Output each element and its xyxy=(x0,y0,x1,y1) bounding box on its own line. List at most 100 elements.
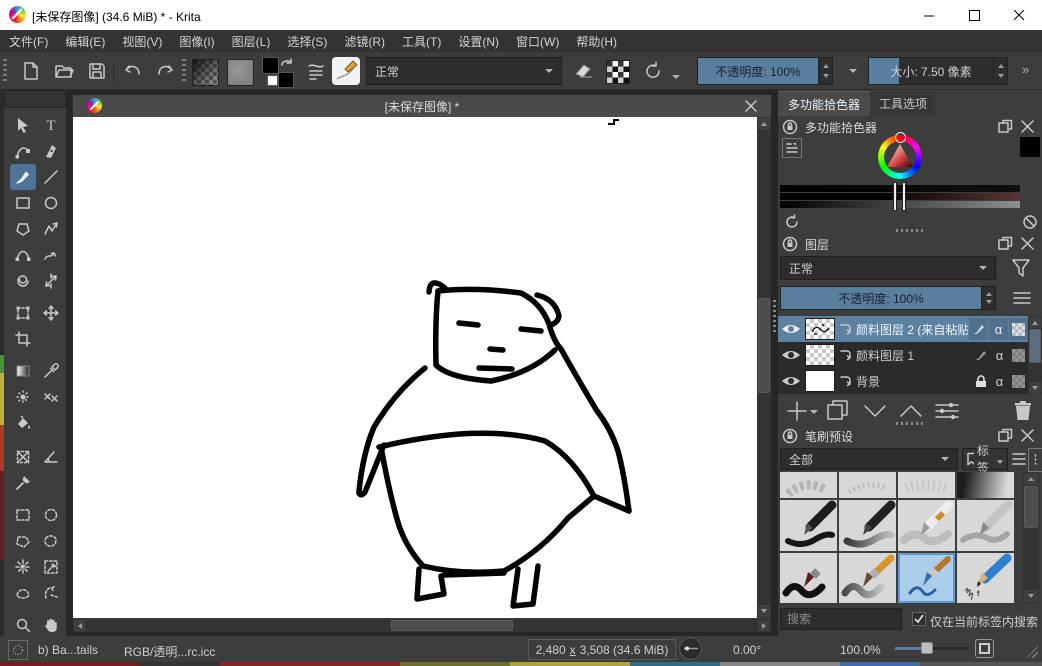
tool-freehand-path[interactable] xyxy=(38,242,64,268)
canvas[interactable] xyxy=(73,117,757,618)
tool-measure[interactable] xyxy=(38,444,64,470)
layer-thumbnail[interactable] xyxy=(805,344,835,366)
lock-icon[interactable] xyxy=(782,119,798,135)
bar-cursor[interactable] xyxy=(903,183,905,210)
filter-funnel-icon[interactable] xyxy=(1010,256,1032,280)
layer-alpha-channel-icon[interactable] xyxy=(1009,370,1028,392)
docker-resize-handle[interactable] xyxy=(896,422,924,425)
reload-options-chevron-icon[interactable] xyxy=(672,75,680,79)
lock-icon[interactable] xyxy=(782,428,798,444)
tool-similar-color-select[interactable] xyxy=(38,554,64,580)
toolbox-drag-area[interactable] xyxy=(4,90,66,108)
brush-preset-eraser-soft[interactable] xyxy=(898,472,955,498)
float-docker-icon[interactable] xyxy=(998,119,1013,134)
refresh-icon[interactable] xyxy=(784,214,800,230)
zoom-slider-thumb[interactable] xyxy=(921,642,933,654)
menu-layer[interactable]: 图层(L) xyxy=(232,33,271,50)
current-color-swatch[interactable] xyxy=(1020,137,1040,157)
close-button[interactable] xyxy=(997,0,1042,30)
brush-preset-white-pen[interactable] xyxy=(898,500,955,551)
edit-brush-settings-button[interactable] xyxy=(332,57,360,85)
close-icon[interactable] xyxy=(1021,429,1034,442)
layer-opacity-spinner[interactable] xyxy=(981,287,995,309)
hue-marker[interactable] xyxy=(895,132,906,143)
scroll-thumb[interactable] xyxy=(391,620,513,631)
menu-edit[interactable]: 编辑(E) xyxy=(65,33,105,50)
opacity-options-chevron-icon[interactable] xyxy=(849,69,857,73)
preset-display-mode-button[interactable] xyxy=(1028,448,1042,472)
dock-splitter-handle[interactable] xyxy=(773,300,776,332)
opacity-slider[interactable]: 不透明度: 100% xyxy=(697,57,833,85)
duplicate-layer-button[interactable] xyxy=(826,399,850,423)
tool-contiguous-select[interactable] xyxy=(10,554,36,580)
gradient-chooser-button[interactable] xyxy=(192,59,219,86)
undo-button[interactable] xyxy=(120,58,146,84)
bar-cursor[interactable] xyxy=(894,183,896,210)
tool-reference-images[interactable] xyxy=(10,470,36,496)
redo-button[interactable] xyxy=(152,58,178,84)
menu-select[interactable]: 选择(S) xyxy=(287,33,327,50)
tool-ellipse-select[interactable] xyxy=(38,502,64,528)
tool-freehand-select[interactable] xyxy=(38,528,64,554)
float-docker-icon[interactable] xyxy=(998,236,1013,251)
choices-button[interactable] xyxy=(303,58,329,84)
inherit-alpha-toggle[interactable]: α xyxy=(989,318,1008,340)
alpha-lock-brush-icon[interactable] xyxy=(969,318,988,340)
value-bar[interactable] xyxy=(780,185,1020,192)
menu-image[interactable]: 图像(I) xyxy=(179,33,214,50)
canvas-subwindow-titlebar[interactable]: [未保存图像] * xyxy=(73,95,771,117)
layer-blending-mode-dropdown[interactable]: 正常 xyxy=(780,256,996,280)
background-color-swatch[interactable] xyxy=(267,75,278,86)
current-brush-name[interactable]: b) Ba...tails xyxy=(38,643,98,657)
tool-move[interactable] xyxy=(38,300,64,326)
blending-mode-dropdown[interactable]: 正常 xyxy=(366,57,562,85)
scroll-down-arrow[interactable] xyxy=(1029,382,1041,393)
toolbar-overflow-button[interactable]: » xyxy=(1022,62,1029,77)
menu-help[interactable]: 帮助(H) xyxy=(576,33,617,50)
minimize-button[interactable] xyxy=(907,0,952,30)
tool-transform[interactable] xyxy=(10,300,36,326)
brush-preset-dry-bristle[interactable] xyxy=(839,553,896,603)
tool-fill[interactable] xyxy=(10,410,36,436)
search-scope-checkbox[interactable] xyxy=(912,612,926,626)
layer-lock-icon[interactable] xyxy=(971,370,990,392)
open-document-button[interactable] xyxy=(51,58,77,84)
scroll-left-arrow[interactable] xyxy=(74,620,86,631)
tool-assistants[interactable] xyxy=(10,444,36,470)
brush-preset-blue-pencil[interactable] xyxy=(957,553,1014,603)
preset-scrollbar[interactable] xyxy=(1023,472,1039,603)
preserve-alpha-button[interactable] xyxy=(606,60,630,84)
add-layer-options-chevron-icon[interactable] xyxy=(810,410,818,414)
foreground-background-color-widget[interactable] xyxy=(262,57,296,87)
scroll-up-arrow[interactable] xyxy=(1029,317,1041,328)
menu-settings[interactable]: 设置(N) xyxy=(458,33,499,50)
scroll-down-arrow[interactable] xyxy=(758,605,770,617)
color-profile-label[interactable]: RGB/透明...rc.icc xyxy=(124,643,215,660)
tool-color-sampler[interactable] xyxy=(38,358,64,384)
tool-bezier-select[interactable] xyxy=(10,580,36,606)
rotation-angle-value[interactable]: 0.00° xyxy=(733,643,761,657)
layer-row[interactable]: 颜料图层 1 α xyxy=(778,342,1028,369)
tool-polygon[interactable] xyxy=(10,216,36,242)
move-layer-up-button[interactable] xyxy=(898,402,924,420)
canvas-vertical-scrollbar[interactable] xyxy=(757,117,771,618)
brush-preset-watercolor-selected[interactable] xyxy=(898,553,955,603)
scroll-up-arrow[interactable] xyxy=(758,118,770,130)
close-icon[interactable] xyxy=(1021,237,1034,250)
background-color-swatch-alt[interactable] xyxy=(278,72,294,88)
scroll-thumb[interactable] xyxy=(1024,486,1038,528)
tool-gradient[interactable] xyxy=(10,358,36,384)
tab-tool-options[interactable]: 工具选项 xyxy=(871,91,935,115)
tool-polyline[interactable] xyxy=(38,216,64,242)
reload-preset-button[interactable] xyxy=(640,58,666,84)
scroll-thumb[interactable] xyxy=(1029,329,1041,363)
float-docker-icon[interactable] xyxy=(998,428,1013,443)
brush-preset-ink-pen-soft[interactable] xyxy=(839,500,896,551)
lightness-bar[interactable] xyxy=(780,201,1020,208)
scroll-thumb[interactable] xyxy=(758,298,770,393)
tool-magnetic-select[interactable] xyxy=(38,580,64,606)
tool-pan[interactable] xyxy=(38,612,64,638)
layer-properties-button[interactable] xyxy=(934,400,960,422)
pattern-chooser-button[interactable] xyxy=(227,59,254,86)
tool-zoom[interactable] xyxy=(10,612,36,638)
